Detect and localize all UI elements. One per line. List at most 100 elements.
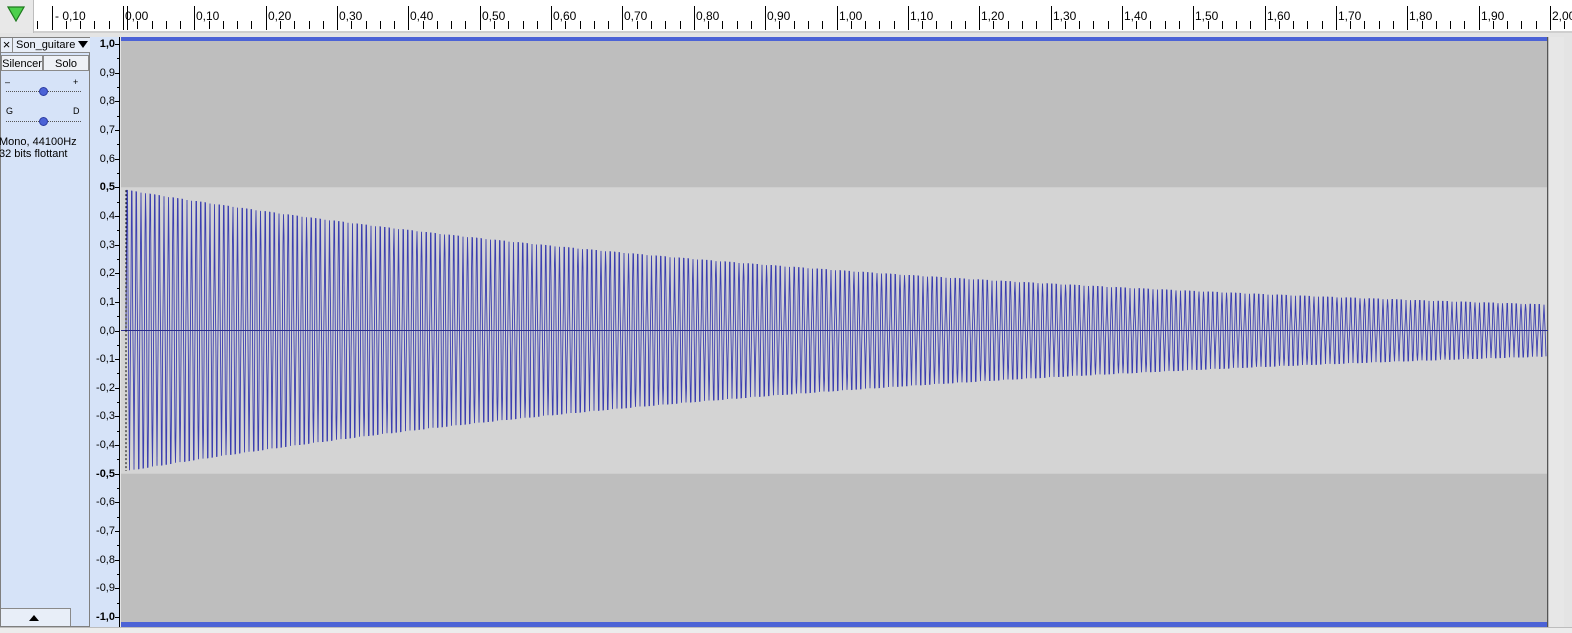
ruler-minor-tick [951, 21, 952, 29]
ruler-minor-tick [380, 21, 381, 29]
ruler-minor-tick [166, 21, 167, 29]
ruler-major-tick [52, 6, 53, 30]
ruler-minor-tick [537, 21, 538, 29]
ruler-time-label: 1,00 [839, 9, 863, 23]
ruler-minor-tick [323, 21, 324, 29]
amplitude-tick [115, 502, 119, 503]
ruler-minor-tick [1093, 21, 1094, 29]
ruler-major-tick [1550, 6, 1551, 30]
amplitude-label: 0,1 [99, 295, 115, 308]
play-at-cursor-button[interactable] [0, 0, 34, 33]
amplitude-label: 0,0 [99, 324, 115, 337]
amplitude-tick [115, 273, 119, 274]
gain-slider[interactable] [6, 87, 81, 96]
waveform-canvas[interactable] [121, 37, 1548, 627]
track-name-menu-button[interactable]: Son_guitare [13, 38, 90, 53]
mute-button[interactable]: Silencer [1, 55, 43, 71]
track-name-label: Son_guitare [16, 39, 76, 51]
waveform-display[interactable] [121, 37, 1548, 627]
ruler-major-tick [1051, 6, 1052, 30]
ruler-time-label: 0,70 [624, 9, 648, 23]
gain-plus-label: + [73, 77, 79, 87]
ruler-minor-tick [1165, 21, 1166, 29]
ruler-major-tick [551, 6, 552, 30]
amplitude-tick [115, 331, 119, 332]
ruler-time-label: - 0,10 [55, 9, 86, 23]
ruler-major-tick [1122, 6, 1123, 30]
pan-left-label: G [6, 106, 14, 116]
ruler-major-tick [480, 6, 481, 30]
amplitude-minor-tick [117, 574, 119, 575]
ruler-minor-tick [822, 21, 823, 29]
ruler-time-label: 1,10 [910, 9, 934, 23]
amplitude-tick [115, 245, 119, 246]
ruler-minor-tick [722, 21, 723, 29]
amplitude-label: -0,1 [96, 353, 115, 366]
amplitude-minor-tick [117, 488, 119, 489]
timeline-ruler[interactable]: - 0,10 0,00 0,10 0,20 0,30 0,40 0,50 0,60 0,70 0,… [0, 0, 1572, 33]
ruler-minor-tick [1364, 21, 1365, 29]
pan-slider-knob[interactable] [39, 117, 48, 126]
ruler-major-tick [1479, 6, 1480, 30]
ruler-major-tick [694, 6, 695, 30]
ruler-minor-tick [1008, 21, 1009, 29]
ruler-minor-tick [180, 21, 181, 29]
amplitude-label: 0,8 [99, 95, 115, 108]
amplitude-label: 0,9 [99, 66, 115, 79]
amplitude-label: -0,5 [96, 467, 115, 480]
ruler-time-label: 1,90 [1481, 9, 1505, 23]
ruler-minor-tick [1307, 21, 1308, 29]
vertical-scrollbar[interactable] [1548, 37, 1564, 627]
play-triangle-icon [7, 6, 25, 22]
ruler-major-tick [337, 6, 338, 30]
amplitude-minor-tick [117, 373, 119, 374]
ruler-major-tick [908, 6, 909, 30]
ruler-minor-tick [594, 21, 595, 29]
amplitude-minor-tick [117, 87, 119, 88]
ruler-minor-tick [936, 21, 937, 29]
amplitude-tick [115, 159, 119, 160]
collapse-arrow-icon [29, 615, 39, 621]
pan-slider[interactable] [6, 117, 81, 126]
amplitude-label: -1,0 [96, 611, 115, 623]
solo-button[interactable]: Solo [43, 55, 89, 71]
ruler-cursor-marker [127, 6, 128, 30]
horizontal-scrollbar[interactable] [0, 627, 1572, 633]
amplitude-minor-tick [117, 116, 119, 117]
ruler-minor-tick [394, 21, 395, 29]
ruler-minor-tick [794, 21, 795, 29]
ruler-minor-tick [1236, 21, 1237, 29]
amplitude-tick [115, 44, 119, 45]
ruler-time-label: 0,80 [696, 9, 720, 23]
waveform-top-border [121, 37, 1548, 41]
ruler-minor-tick [894, 21, 895, 29]
ruler-minor-tick [1250, 21, 1251, 29]
track-close-button[interactable]: × [1, 38, 13, 53]
ruler-minor-tick [1108, 21, 1109, 29]
ruler-major-tick [266, 6, 267, 30]
ruler-time-label: 0,60 [553, 9, 577, 23]
ruler-minor-tick [965, 21, 966, 29]
amplitude-minor-tick [117, 230, 119, 231]
amplitude-tick [115, 187, 119, 188]
amplitude-minor-tick [117, 144, 119, 145]
ruler-minor-tick [737, 21, 738, 29]
ruler-major-tick [1193, 6, 1194, 30]
ruler-minor-tick [294, 21, 295, 29]
pan-right-label: D [73, 106, 80, 116]
ruler-minor-tick [1393, 21, 1394, 29]
ruler-minor-tick [1536, 21, 1537, 29]
amplitude-tick [115, 302, 119, 303]
ruler-time-label: 1,40 [1124, 9, 1148, 23]
gain-slider-knob[interactable] [39, 87, 48, 96]
collapse-track-button[interactable] [1, 608, 71, 626]
ruler-minor-tick [152, 21, 153, 29]
amplitude-label: 0,2 [99, 267, 115, 280]
ruler-minor-tick [1036, 21, 1037, 29]
ruler-minor-tick [223, 21, 224, 29]
ruler-minor-tick [1079, 21, 1080, 29]
amplitude-ruler[interactable]: 1,0 0,9 0,8 0,7 0,6 0,5 0,4 0,3 0,2 0,1 0,0 -0,1 -0,… [90, 37, 120, 627]
ruler-minor-tick [608, 21, 609, 29]
amplitude-tick [115, 216, 119, 217]
ruler-time-label: 0,10 [196, 9, 220, 23]
